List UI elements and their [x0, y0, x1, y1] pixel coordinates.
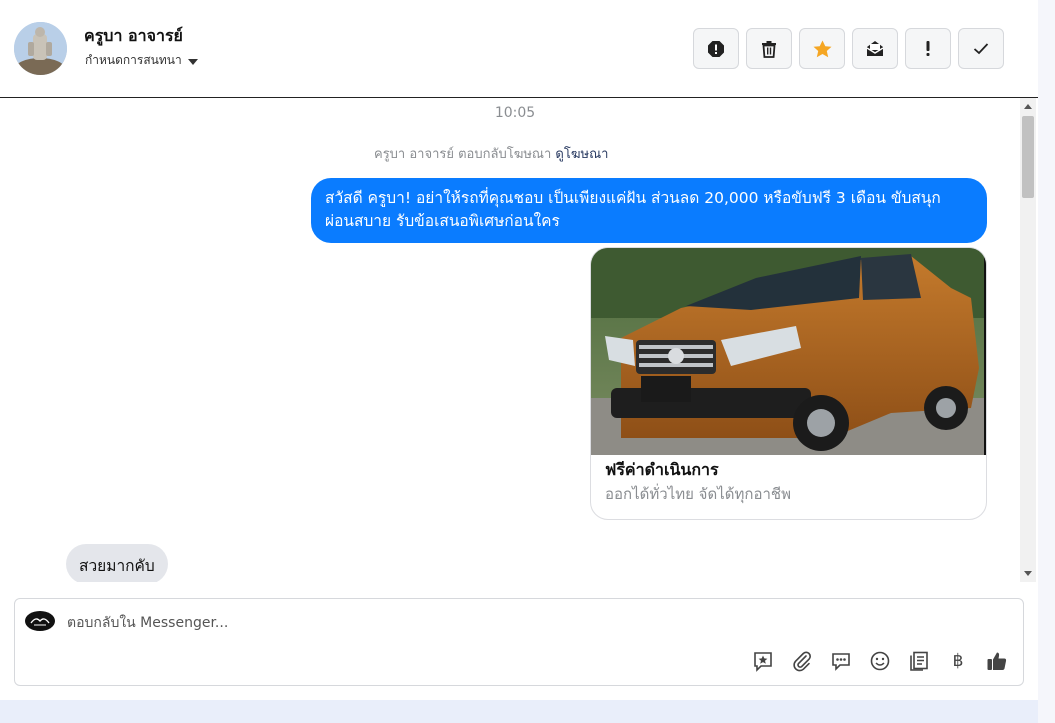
quick-reply-button[interactable]: [829, 649, 853, 673]
conversation-setting-label: กำหนดการสนทนา: [85, 53, 182, 67]
reply-composer: ฿: [14, 598, 1024, 686]
incoming-message: สวยมากคับ: [66, 544, 168, 582]
star-button[interactable]: [799, 28, 845, 69]
mark-done-button[interactable]: [958, 28, 1004, 69]
notes-button[interactable]: [907, 649, 931, 673]
view-ad-link[interactable]: ดูโฆษณา: [555, 147, 608, 162]
ad-card-subtitle: ออกได้ทั่วไทย จัดได้ทุกอาชีพ: [605, 485, 791, 503]
mark-important-button[interactable]: [905, 28, 951, 69]
star-icon: [813, 40, 831, 57]
delete-button[interactable]: [746, 28, 792, 69]
scroll-up-arrow-icon[interactable]: [1024, 104, 1032, 109]
attachment-icon: [793, 651, 811, 672]
reply-input[interactable]: [67, 611, 767, 635]
saved-reply-button[interactable]: [751, 649, 775, 673]
conversation-header: ครูบา อาจารย์ กำหนดการสนทนา: [0, 0, 1038, 98]
attachment-button[interactable]: [790, 649, 814, 673]
outgoing-message: สวัสดี ครูบา! อย่าให้รถที่คุณชอบ เป็นเพี…: [311, 178, 987, 243]
check-icon: [973, 43, 989, 55]
ad-reply-notice: ครูบา อาจารย์ ตอบกลับโฆษณา ดูโฆษณา: [374, 143, 608, 164]
composer-tools: ฿: [751, 649, 1009, 673]
scroll-down-arrow-icon[interactable]: [1024, 571, 1032, 576]
emoji-button[interactable]: [868, 649, 892, 673]
emoji-icon: [870, 651, 890, 671]
mark-unread-button[interactable]: [852, 28, 898, 69]
user-name[interactable]: ครูบา อาจารย์: [84, 24, 183, 49]
ad-card[interactable]: ฟรีค่าดำเนินการ ออกได้ทั่วไทย จัดได้ทุกอ…: [590, 247, 987, 520]
ad-reply-text: ครูบา อาจารย์ ตอบกลับโฆษณา: [374, 147, 552, 162]
inbox-panel: ครูบา อาจารย์ กำหนดการสนทนา 10:05 ครูบา …: [0, 0, 1038, 700]
trash-icon: [762, 40, 776, 58]
page-scroll-gutter: [1038, 0, 1055, 723]
header-actions: [693, 28, 1004, 69]
page-logo-icon: [30, 618, 50, 626]
conversation-setting-dropdown[interactable]: กำหนดการสนทนา: [85, 51, 198, 70]
caret-down-icon: [187, 58, 198, 65]
saved-reply-icon: [754, 652, 772, 672]
envelope-icon: [866, 41, 884, 56]
like-icon: [987, 652, 1007, 670]
avatar[interactable]: [14, 22, 67, 75]
exclamation-icon: [926, 41, 930, 56]
avatar-image: [14, 22, 67, 75]
payment-icon: ฿: [952, 651, 964, 671]
quick-reply-icon: [832, 653, 850, 671]
message-thread: 10:05 ครูบา อาจารย์ ตอบกลับโฆษณา ดูโฆษณา…: [0, 98, 1020, 582]
pickup-truck-image: [591, 248, 986, 455]
notes-icon: [910, 651, 928, 671]
chat-scrollbar[interactable]: [1020, 98, 1036, 582]
ad-card-title: ฟรีค่าดำเนินการ: [605, 460, 719, 479]
scrollbar-thumb[interactable]: [1022, 116, 1034, 198]
payment-button[interactable]: ฿: [946, 649, 970, 673]
message-timestamp: 10:05: [494, 105, 536, 121]
report-spam-button[interactable]: [693, 28, 739, 69]
page-avatar: [25, 611, 55, 631]
exclamation-octagon-icon: [708, 40, 724, 57]
like-button[interactable]: [985, 649, 1009, 673]
